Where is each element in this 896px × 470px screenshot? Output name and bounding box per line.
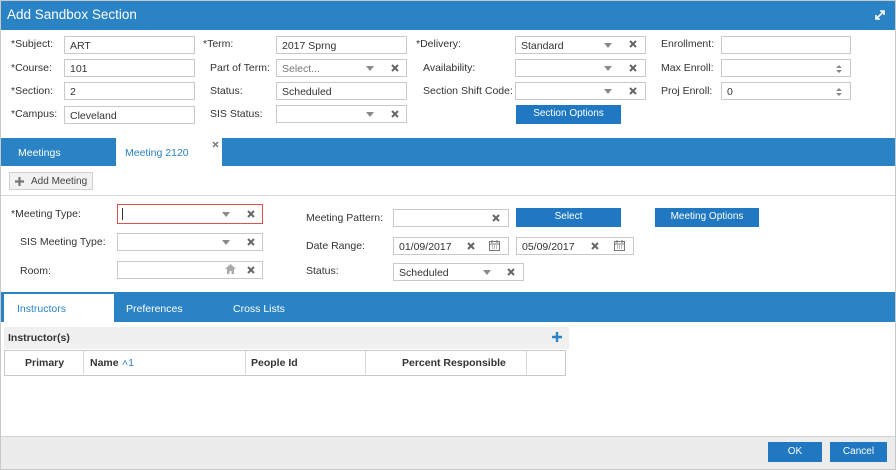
meeting-pattern-label: Meeting Pattern: (306, 212, 384, 224)
chevron-down-icon[interactable] (366, 112, 374, 117)
clear-icon[interactable] (628, 39, 638, 49)
tab-meeting-2120[interactable]: Meeting 2120 (116, 138, 222, 166)
clear-icon[interactable] (246, 209, 256, 219)
dialog-footer (1, 436, 895, 469)
meeting-type-select[interactable] (117, 204, 263, 224)
section-options-button[interactable]: Section Options (516, 105, 621, 124)
chevron-down-icon[interactable] (604, 89, 612, 94)
text-cursor (122, 208, 123, 220)
term-field[interactable]: 2017 Sprng (276, 36, 407, 54)
chevron-down-icon[interactable] (366, 66, 374, 71)
calendar-icon[interactable] (489, 240, 500, 251)
status-label: Status: (210, 85, 243, 97)
part-of-term-select[interactable]: Select... (276, 59, 407, 77)
chevron-down-icon[interactable] (222, 212, 230, 217)
grid-header: Primary Name ˄1 People Id Percent Respon… (4, 350, 566, 376)
room-label: Room: (20, 265, 51, 277)
subject-field[interactable]: ART (64, 36, 195, 54)
chevron-down-icon[interactable] (604, 66, 612, 71)
expand-icon[interactable] (873, 8, 887, 22)
delivery-select[interactable]: Standard (515, 36, 646, 54)
availability-label: Availability: (423, 62, 476, 74)
section-shift-code-label: Section Shift Code: (423, 85, 513, 97)
tab-meetings[interactable]: Meetings (18, 147, 61, 159)
course-field[interactable]: 101 (64, 59, 195, 77)
chevron-down-icon[interactable] (604, 43, 612, 48)
add-meeting-label: Add Meeting (31, 176, 88, 187)
proj-enroll-label: Proj Enroll: (661, 85, 713, 97)
meeting-options-button[interactable]: Meeting Options (655, 208, 759, 227)
sis-meeting-type-label: SIS Meeting Type: (20, 236, 106, 248)
tab-instructors-label: Instructors (17, 303, 67, 315)
subject-label: *Subject: (11, 38, 54, 50)
term-label: *Term: (203, 38, 234, 50)
status-field[interactable]: Scheduled (276, 82, 407, 100)
clear-icon[interactable] (466, 241, 476, 251)
enrollment-label: Enrollment: (661, 38, 715, 50)
close-icon[interactable] (212, 141, 219, 148)
section-field[interactable]: 2 (64, 82, 195, 100)
section-label: *Section: (11, 85, 54, 97)
tab-instructors[interactable]: Instructors (4, 294, 114, 322)
meeting-type-label: *Meeting Type: (11, 208, 81, 220)
tab-meeting-2120-label: Meeting 2120 (125, 147, 189, 159)
column-header-primary[interactable]: Primary (5, 351, 84, 374)
delivery-label: *Delivery: (416, 38, 461, 50)
column-header-percent-responsible[interactable]: Percent Responsible (366, 351, 527, 374)
clear-icon[interactable] (628, 63, 638, 73)
calendar-icon[interactable] (614, 240, 625, 251)
campus-label: *Campus: (11, 108, 58, 120)
meeting-status-select[interactable]: Scheduled (393, 263, 524, 281)
plus-icon (15, 177, 24, 186)
sis-status-select[interactable] (276, 105, 407, 123)
ok-button[interactable]: OK (768, 442, 822, 462)
column-header-people-id[interactable]: People Id (246, 351, 366, 374)
divider (1, 195, 895, 196)
chevron-down-icon[interactable] (483, 270, 491, 275)
add-meeting-button[interactable]: Add Meeting (9, 172, 93, 190)
dialog-title: Add Sandbox Section (7, 7, 137, 22)
clear-icon[interactable] (590, 241, 600, 251)
clear-icon[interactable] (491, 213, 501, 223)
clear-icon[interactable] (246, 265, 256, 275)
part-of-term-label: Part of Term: (210, 62, 270, 74)
add-instructor-icon[interactable] (552, 332, 562, 342)
tab-preferences[interactable]: Preferences (126, 303, 183, 315)
sis-status-label: SIS Status: (210, 108, 263, 120)
meeting-status-label: Status: (306, 265, 339, 277)
spinner-icon[interactable] (835, 63, 843, 75)
proj-enroll-field[interactable]: 0 (721, 82, 851, 100)
max-enroll-label: Max Enroll: (661, 62, 714, 74)
room-field[interactable] (117, 261, 263, 279)
sort-asc-icon: ˄1 (122, 357, 134, 369)
tab-cross-lists[interactable]: Cross Lists (233, 303, 285, 315)
grid-title: Instructor(s) (8, 332, 70, 344)
home-icon[interactable] (225, 264, 236, 274)
clear-icon[interactable] (390, 63, 400, 73)
clear-icon[interactable] (628, 86, 638, 96)
column-header-name[interactable]: Name ˄1 (84, 351, 246, 374)
campus-field[interactable]: Cleveland (64, 106, 195, 124)
clear-icon[interactable] (246, 237, 256, 247)
cancel-button[interactable]: Cancel (830, 442, 887, 462)
date-range-label: Date Range: (306, 240, 365, 252)
select-button[interactable]: Select (516, 208, 621, 227)
course-label: *Course: (11, 62, 52, 74)
chevron-down-icon[interactable] (222, 240, 230, 245)
section-shift-code-select[interactable] (515, 82, 646, 100)
clear-icon[interactable] (390, 109, 400, 119)
availability-select[interactable] (515, 59, 646, 77)
clear-icon[interactable] (506, 267, 516, 277)
grid-title-bar: Instructor(s) (4, 327, 569, 349)
spinner-icon[interactable] (835, 86, 843, 98)
enrollment-field[interactable] (721, 36, 851, 54)
sis-meeting-type-select[interactable] (117, 233, 263, 251)
max-enroll-field[interactable] (721, 59, 851, 77)
dialog-titlebar: Add Sandbox Section (1, 1, 895, 30)
